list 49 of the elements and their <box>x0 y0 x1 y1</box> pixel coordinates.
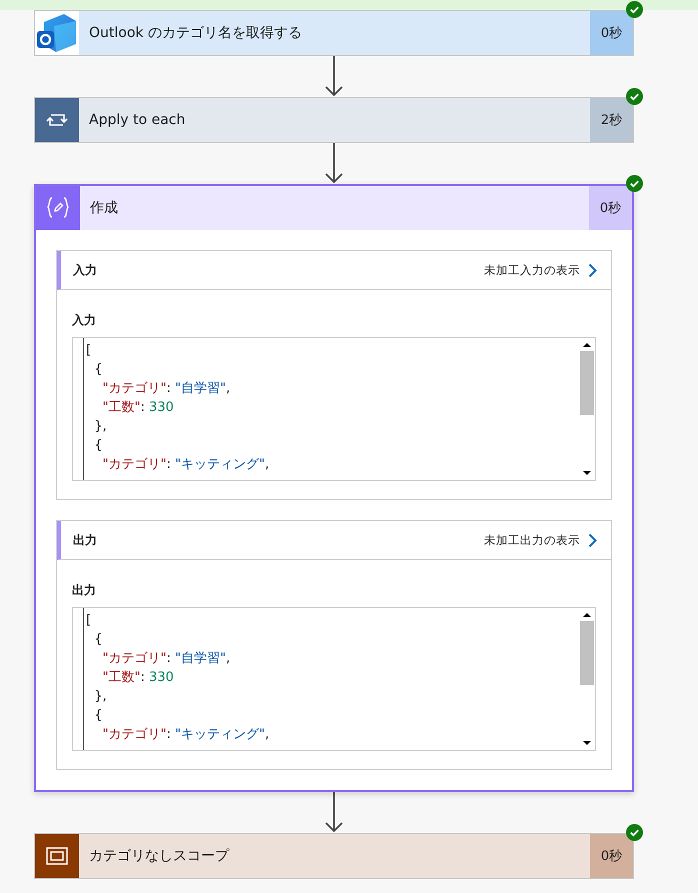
chevron-right-icon <box>588 532 597 548</box>
loop-icon <box>46 111 68 129</box>
code-line: "カテゴリ": "自学習", <box>102 650 232 668</box>
connector-arrow <box>323 56 345 97</box>
action-card[interactable]: Outlook のカテゴリ名を取得する 0秒 <box>34 10 634 56</box>
scroll-up-icon[interactable] <box>582 341 592 349</box>
action-title: Apply to each <box>79 98 590 142</box>
show-raw-link[interactable]: 未加工入力の表示 <box>484 262 597 278</box>
action-title: Outlook のカテゴリ名を取得する <box>79 11 590 55</box>
code-line: { <box>93 437 104 455</box>
code-viewer[interactable]: [ { "カテゴリ": "自学習", "工数": 330 }, { "カテゴリ": "キッティング", <box>72 607 596 751</box>
action-card[interactable]: 作成 0秒 入力 未加工入力の表示 入力 [ { "カテゴリ": "自学習", "工数": 330 }, { "カテゴリ": "キッティング", 出力 未加工出力の表示 出力 [ { "カテゴリ": "自学習", "工数": 330 }, { "カテゴリ": "キッティング", <box>34 184 634 792</box>
frame-icon <box>46 847 68 865</box>
code-line: [ <box>85 342 92 360</box>
code-line: [ <box>85 612 92 630</box>
code-line: { <box>93 631 104 649</box>
section-heading: 入力 <box>73 262 97 278</box>
braces-pencil-icon <box>45 196 71 220</box>
field-label: 入力 <box>72 312 97 329</box>
action-duration: 0秒 <box>590 11 633 55</box>
scroll-up-icon[interactable] <box>582 611 592 619</box>
section-heading: 出力 <box>73 532 97 548</box>
action-card[interactable]: Apply to each 2秒 <box>34 97 634 143</box>
code-line: "工数": 330 <box>102 669 175 687</box>
code-line: "カテゴリ": "キッティング", <box>102 456 270 474</box>
code-line: { <box>93 361 104 379</box>
code-line: "カテゴリ": "自学習", <box>102 380 232 398</box>
action-card[interactable]: カテゴリなしスコープ 0秒 <box>34 833 634 879</box>
field-label: 出力 <box>72 582 97 599</box>
code-line: { <box>93 707 104 725</box>
code-line: "カテゴリ": "キッティング", <box>102 726 270 744</box>
code-line: }, <box>93 418 108 436</box>
action-title: 作成 <box>80 186 589 230</box>
action-duration: 0秒 <box>590 834 633 878</box>
code-viewer[interactable]: [ { "カテゴリ": "自学習", "工数": 330 }, { "カテゴリ": "キッティング", <box>72 337 596 481</box>
action-duration: 2秒 <box>590 98 633 142</box>
scrollbar-thumb[interactable] <box>580 621 594 685</box>
connector-arrow <box>323 792 345 833</box>
action-title: カテゴリなしスコープ <box>79 834 590 878</box>
chevron-right-icon <box>588 262 597 278</box>
code-line: "工数": 330 <box>102 399 175 417</box>
connector-arrow <box>323 143 345 184</box>
scroll-down-icon[interactable] <box>582 739 592 747</box>
outlook-logo <box>36 12 78 54</box>
action-duration: 0秒 <box>589 186 632 230</box>
show-raw-link[interactable]: 未加工出力の表示 <box>484 532 597 548</box>
code-line: }, <box>93 688 108 706</box>
scrollbar-thumb[interactable] <box>580 351 594 415</box>
scroll-down-icon[interactable] <box>582 469 592 477</box>
